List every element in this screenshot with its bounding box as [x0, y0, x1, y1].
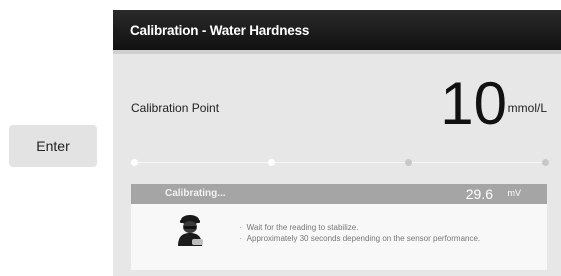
- reading-unit: mV: [507, 188, 522, 198]
- step-progress-line: [135, 162, 545, 163]
- instruction-item: Approximately 30 seconds depending on th…: [239, 233, 480, 244]
- panel-title: Calibration - Water Hardness: [113, 10, 561, 50]
- status-box: Calibrating... 29.6 mV · Wait for the re…: [131, 184, 547, 270]
- status-header: Calibrating... 29.6 mV: [131, 184, 547, 204]
- step-dot: [131, 159, 138, 166]
- calibration-panel: Calibration - Water Hardness Calibration…: [113, 10, 561, 276]
- reading-value: 29.6: [465, 186, 493, 202]
- title-divider: [113, 50, 561, 54]
- calibration-point-row: Calibration Point 10 mmol/L: [113, 74, 561, 142]
- status-body: Wait for the reading to stabilize. Appro…: [131, 204, 547, 270]
- step-dot: [405, 159, 412, 166]
- step-dot: [542, 159, 549, 166]
- step-dot: [268, 159, 275, 166]
- step-progress: [131, 157, 549, 169]
- instruction-list: Wait for the reading to stabilize. Appro…: [239, 222, 480, 244]
- instruction-item: Wait for the reading to stabilize.: [239, 222, 480, 233]
- operator-icon: [175, 212, 205, 248]
- calibration-point-value: 10: [440, 70, 507, 137]
- enter-button[interactable]: Enter: [9, 125, 97, 167]
- status-text: Calibrating...: [165, 188, 226, 199]
- calibration-point-unit: mmol/L: [507, 101, 547, 115]
- calibration-point-label: Calibration Point: [131, 101, 220, 115]
